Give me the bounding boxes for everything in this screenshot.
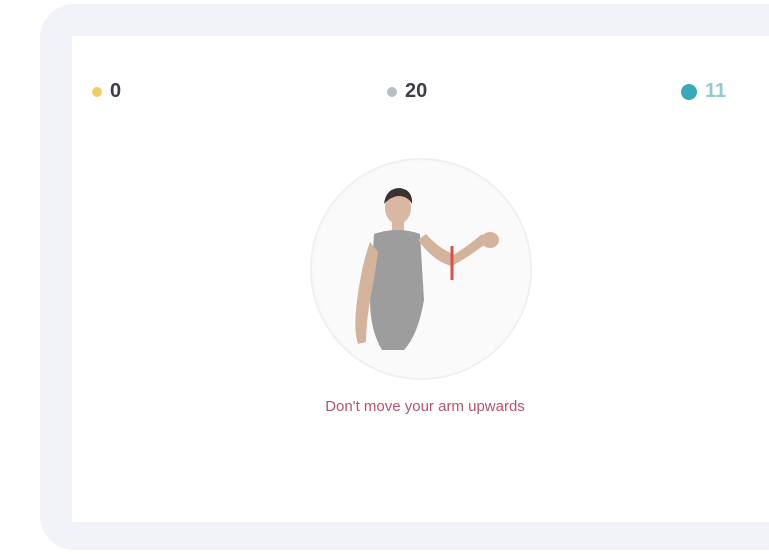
exercise-instruction: Don't move your arm upwards xyxy=(325,398,525,415)
exercise-illustration xyxy=(310,158,532,380)
star-score-value: 0 xyxy=(110,80,122,102)
teal-score-value: 11 xyxy=(705,80,727,102)
counter-score: 20 xyxy=(387,80,427,103)
woman-raising-arm-image xyxy=(315,163,530,378)
star-score: 0 xyxy=(92,80,121,103)
teal-score: 11 xyxy=(681,80,726,103)
star-icon xyxy=(92,86,102,97)
gear-icon xyxy=(387,86,397,97)
counter-score-value: 20 xyxy=(405,80,428,102)
dot-icon xyxy=(681,83,697,100)
